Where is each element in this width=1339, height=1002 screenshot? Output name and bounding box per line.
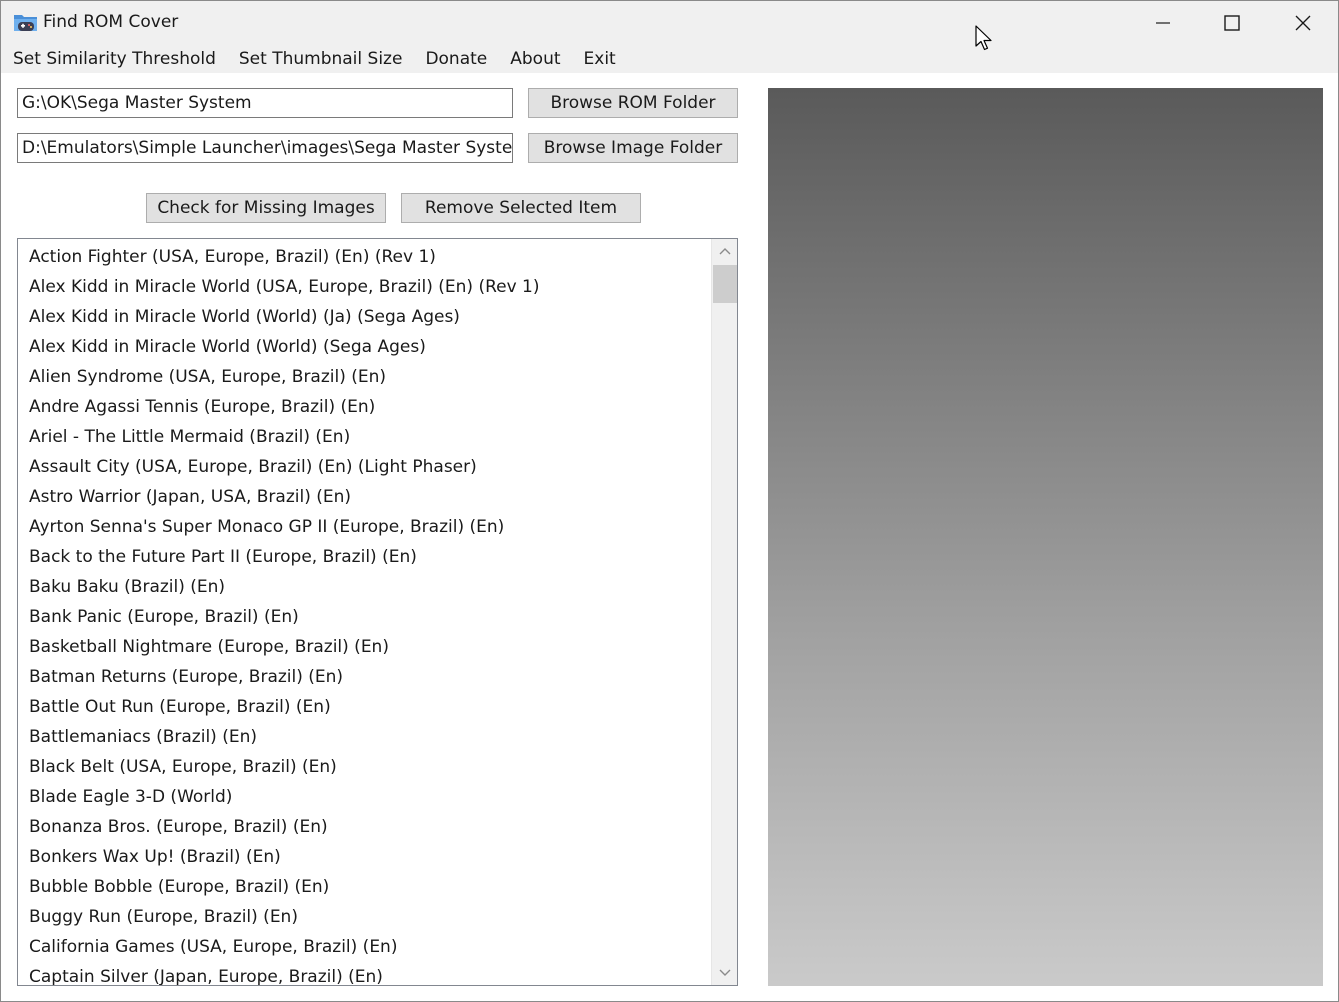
list-item[interactable]: Astro Warrior (Japan, USA, Brazil) (En) [18,482,711,512]
close-icon [1295,15,1311,31]
list-item[interactable]: Buggy Run (Europe, Brazil) (En) [18,902,711,932]
list-item[interactable]: Bonanza Bros. (Europe, Brazil) (En) [18,812,711,842]
menu-about[interactable]: About [498,45,571,73]
list-item[interactable]: Captain Silver (Japan, Europe, Brazil) (… [18,962,711,985]
browse-image-folder-button[interactable]: Browse Image Folder [528,133,738,163]
gamepad-folder-icon [13,11,39,35]
remove-selected-item-button[interactable]: Remove Selected Item [401,193,641,223]
scroll-thumb[interactable] [713,265,737,303]
list-item[interactable]: Alex Kidd in Miracle World (USA, Europe,… [18,272,711,302]
app-window: Find ROM Cover Set Similarity Threshold … [0,0,1339,1002]
maximize-button[interactable] [1198,1,1266,45]
minimize-icon [1156,22,1170,24]
list-item[interactable]: Battle Out Run (Europe, Brazil) (En) [18,692,711,722]
menu-exit[interactable]: Exit [572,45,627,73]
list-item[interactable]: Batman Returns (Europe, Brazil) (En) [18,662,711,692]
list-item[interactable]: Blade Eagle 3-D (World) [18,782,711,812]
list-item[interactable]: Bubble Bobble (Europe, Brazil) (En) [18,872,711,902]
chevron-down-icon [719,969,731,976]
list-item[interactable]: Alien Syndrome (USA, Europe, Brazil) (En… [18,362,711,392]
list-item[interactable]: Alex Kidd in Miracle World (World) (Sega… [18,332,711,362]
rom-list-items: Action Fighter (USA, Europe, Brazil) (En… [18,242,711,985]
scroll-down-button[interactable] [712,961,737,985]
list-item[interactable]: Black Belt (USA, Europe, Brazil) (En) [18,752,711,782]
close-button[interactable] [1269,1,1337,45]
list-item[interactable]: Action Fighter (USA, Europe, Brazil) (En… [18,242,711,272]
list-item[interactable]: Bank Panic (Europe, Brazil) (En) [18,602,711,632]
list-item[interactable]: Basketball Nightmare (Europe, Brazil) (E… [18,632,711,662]
minimize-button[interactable] [1129,1,1197,45]
list-item[interactable]: Assault City (USA, Europe, Brazil) (En) … [18,452,711,482]
list-item[interactable]: Ayrton Senna's Super Monaco GP II (Europ… [18,512,711,542]
list-item[interactable]: Alex Kidd in Miracle World (World) (Ja) … [18,302,711,332]
list-item[interactable]: Ariel - The Little Mermaid (Brazil) (En) [18,422,711,452]
list-item[interactable]: Battlemaniacs (Brazil) (En) [18,722,711,752]
check-missing-images-button[interactable]: Check for Missing Images [146,193,386,223]
list-item[interactable]: Bonkers Wax Up! (Brazil) (En) [18,842,711,872]
menu-set-thumbnail-size[interactable]: Set Thumbnail Size [227,45,414,73]
scroll-up-button[interactable] [712,239,737,263]
chevron-up-icon [719,248,731,255]
image-folder-input[interactable]: D:\Emulators\Simple Launcher\images\Sega… [17,133,513,163]
cover-preview-panel [768,88,1323,986]
rom-list[interactable]: Action Fighter (USA, Europe, Brazil) (En… [17,238,738,986]
mouse-pointer-icon [975,25,995,55]
rom-folder-input[interactable]: G:\OK\Sega Master System [17,88,513,118]
list-item[interactable]: Baku Baku (Brazil) (En) [18,572,711,602]
maximize-icon [1224,15,1240,31]
title-bar: Find ROM Cover [1,1,1338,45]
window-title: Find ROM Cover [43,12,179,32]
main-content: G:\OK\Sega Master System Browse ROM Fold… [1,73,1338,1001]
menu-donate[interactable]: Donate [413,45,498,73]
menu-set-similarity-threshold[interactable]: Set Similarity Threshold [1,45,227,73]
list-item[interactable]: California Games (USA, Europe, Brazil) (… [18,932,711,962]
list-item[interactable]: Back to the Future Part II (Europe, Braz… [18,542,711,572]
menu-bar: Set Similarity Threshold Set Thumbnail S… [1,45,1338,73]
browse-rom-folder-button[interactable]: Browse ROM Folder [528,88,738,118]
list-item[interactable]: Andre Agassi Tennis (Europe, Brazil) (En… [18,392,711,422]
list-scrollbar[interactable] [711,239,737,985]
